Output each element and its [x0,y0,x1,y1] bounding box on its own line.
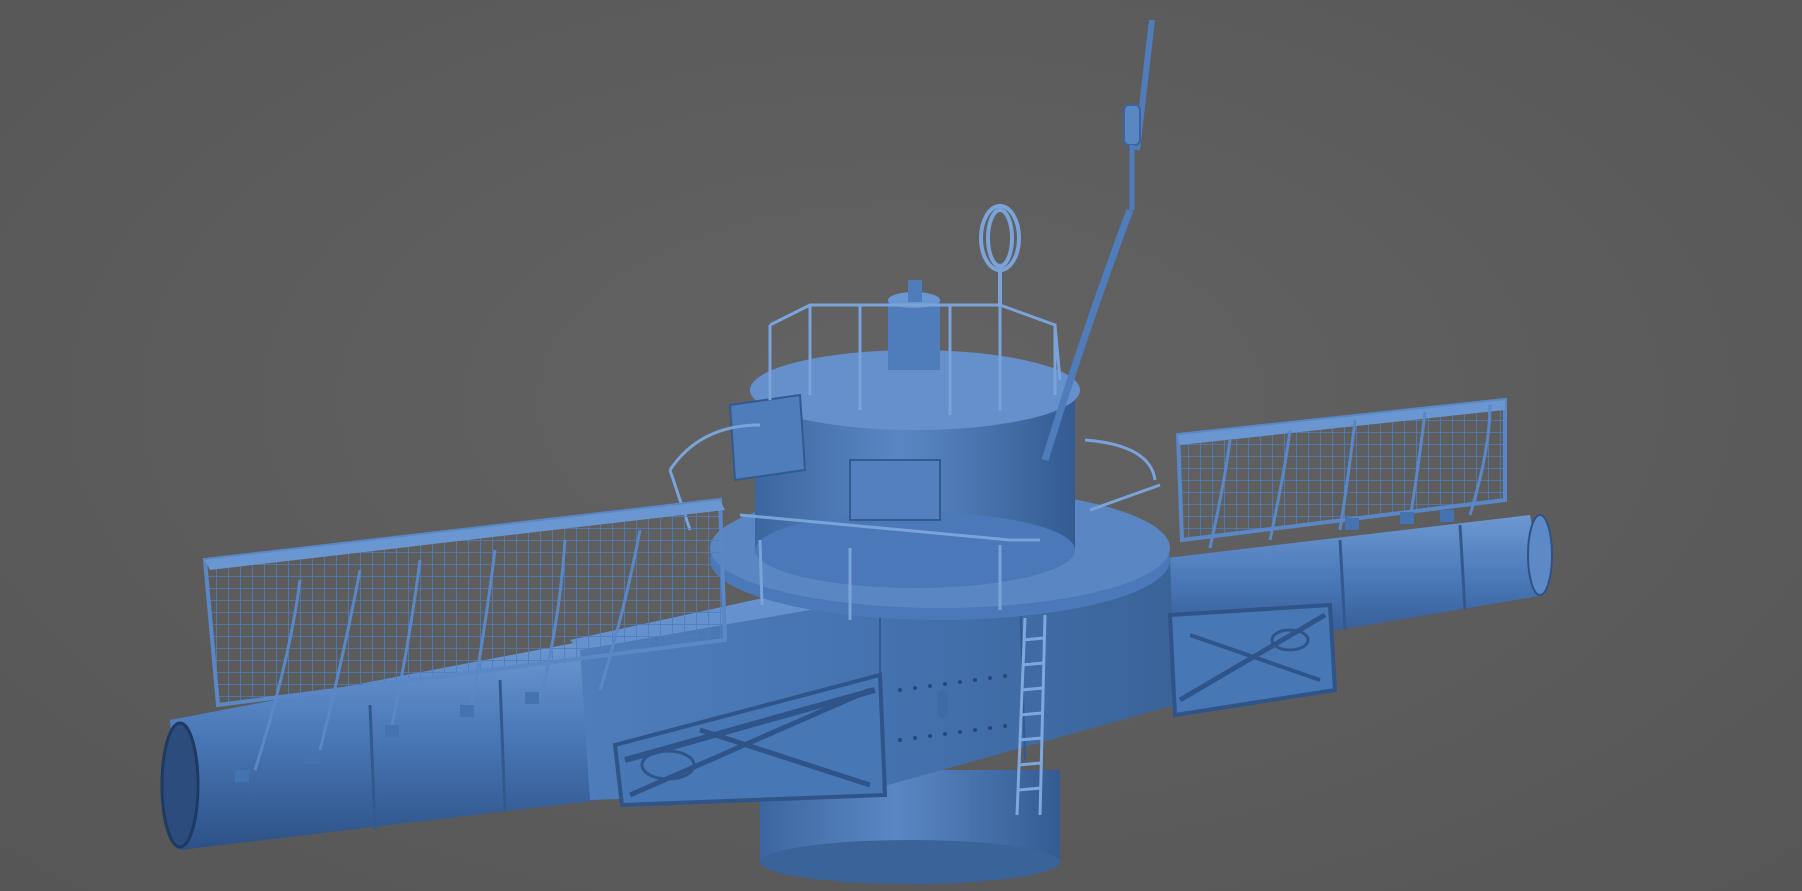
render-scene[interactable] [0,0,1802,891]
loop-antenna [979,204,1021,305]
central-tower [728,280,1080,588]
render-viewport[interactable] [0,0,1802,891]
truss-panel-right [1167,602,1338,718]
